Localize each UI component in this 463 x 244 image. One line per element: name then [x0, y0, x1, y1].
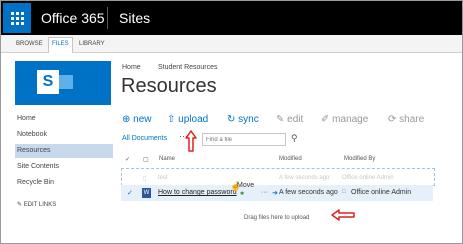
share-icon: ⟳ — [388, 114, 397, 125]
ghost-row-modified: A few seconds ago — [279, 175, 330, 181]
row-more-button[interactable]: ··· — [261, 189, 268, 196]
row-arrow-icon: ➜ — [272, 190, 278, 197]
manage-button[interactable]: ✐ manage — [321, 114, 368, 125]
document-type-column-icon: ▢ — [143, 157, 149, 163]
view-all-documents[interactable]: All Documents — [122, 135, 167, 142]
nav-item-home[interactable]: Home — [17, 115, 36, 122]
tab-files[interactable]: FILES — [48, 37, 73, 53]
share-button[interactable]: ⟳ share — [388, 114, 424, 125]
tab-browse[interactable]: BROWSE — [13, 38, 46, 51]
nav-item-site-contents[interactable]: Site Contents — [17, 163, 59, 170]
tab-library[interactable]: LIBRARY — [76, 38, 108, 51]
search-icon[interactable]: ⚲ — [291, 133, 298, 144]
wrench-icon: ✐ — [321, 114, 330, 125]
row-name-link[interactable]: How to change password — [158, 189, 237, 196]
waffle-icon[interactable] — [3, 3, 31, 33]
logo-letter-icon: S — [37, 70, 59, 94]
row-modified: A few seconds ago — [279, 189, 338, 196]
ribbon-tabs: BROWSE FILES LIBRARY — [1, 35, 462, 53]
upload-label: upload — [178, 114, 209, 125]
ghost-row-name: test — [158, 175, 168, 181]
nav-item-notebook[interactable]: Notebook — [17, 131, 47, 138]
logo-accent-icon — [59, 75, 73, 89]
breadcrumb-home[interactable]: Home — [122, 64, 141, 71]
sync-icon: ↻ — [227, 114, 236, 125]
column-header-modified-by[interactable]: Modified By — [344, 156, 375, 162]
sites-link[interactable]: Sites — [119, 10, 150, 26]
search-box — [202, 133, 286, 146]
column-header-name[interactable]: Name — [159, 156, 175, 162]
select-all-checkmark-icon[interactable]: ✓ — [125, 156, 130, 163]
breadcrumb-student-resources[interactable]: Student Resources — [158, 64, 218, 71]
annotation-arrow-left-icon — [331, 209, 355, 221]
sync-label: sync — [238, 114, 259, 125]
drag-files-hint: Drag files here to upload — [244, 215, 310, 221]
page-title: Resources — [121, 75, 217, 97]
presence-icon: □ — [342, 189, 346, 195]
app-name[interactable]: Office 365 — [41, 10, 105, 26]
pencil-icon: ✎ — [17, 202, 23, 208]
upload-button[interactable]: ⇧ upload — [167, 114, 208, 125]
annotation-arrow-up-icon — [185, 130, 197, 152]
nav-item-resources[interactable]: Resources — [17, 147, 50, 154]
share-label: share — [399, 114, 425, 125]
document-icon: W — [142, 188, 151, 198]
ghost-row-modified-by: Office online Admin — [342, 175, 394, 181]
manage-label: manage — [332, 114, 369, 125]
ghost-document-icon: ▯ — [143, 176, 147, 182]
sharepoint-window: Office 365 Sites BROWSE FILES LIBRARY S … — [0, 0, 463, 244]
row-modified-by[interactable]: Office online Admin — [351, 189, 411, 196]
nav-item-recycle-bin[interactable]: Recycle Bin — [17, 179, 54, 186]
sync-button[interactable]: ↻ sync — [227, 114, 259, 125]
new-label: new — [133, 114, 152, 125]
plus-icon: ⊕ — [122, 114, 131, 125]
new-button[interactable]: ⊕ new — [122, 114, 152, 125]
sharepoint-logo[interactable]: S — [15, 61, 111, 105]
upload-icon: ⇧ — [167, 114, 176, 125]
pencil-icon: ✎ — [276, 114, 285, 125]
edit-links-label: EDIT LINKS — [23, 202, 57, 208]
search-input[interactable] — [206, 134, 284, 145]
suite-divider — [107, 7, 108, 29]
move-tooltip: Move — [237, 182, 255, 189]
edit-button[interactable]: ✎ edit — [276, 114, 303, 125]
column-header-modified[interactable]: Modified — [279, 156, 302, 162]
suite-bar: Office 365 Sites — [1, 1, 462, 35]
row-checkmark-icon[interactable]: ✓ — [127, 189, 133, 197]
edit-links-button[interactable]: ✎ EDIT LINKS — [17, 201, 56, 208]
edit-label: edit — [287, 114, 304, 125]
